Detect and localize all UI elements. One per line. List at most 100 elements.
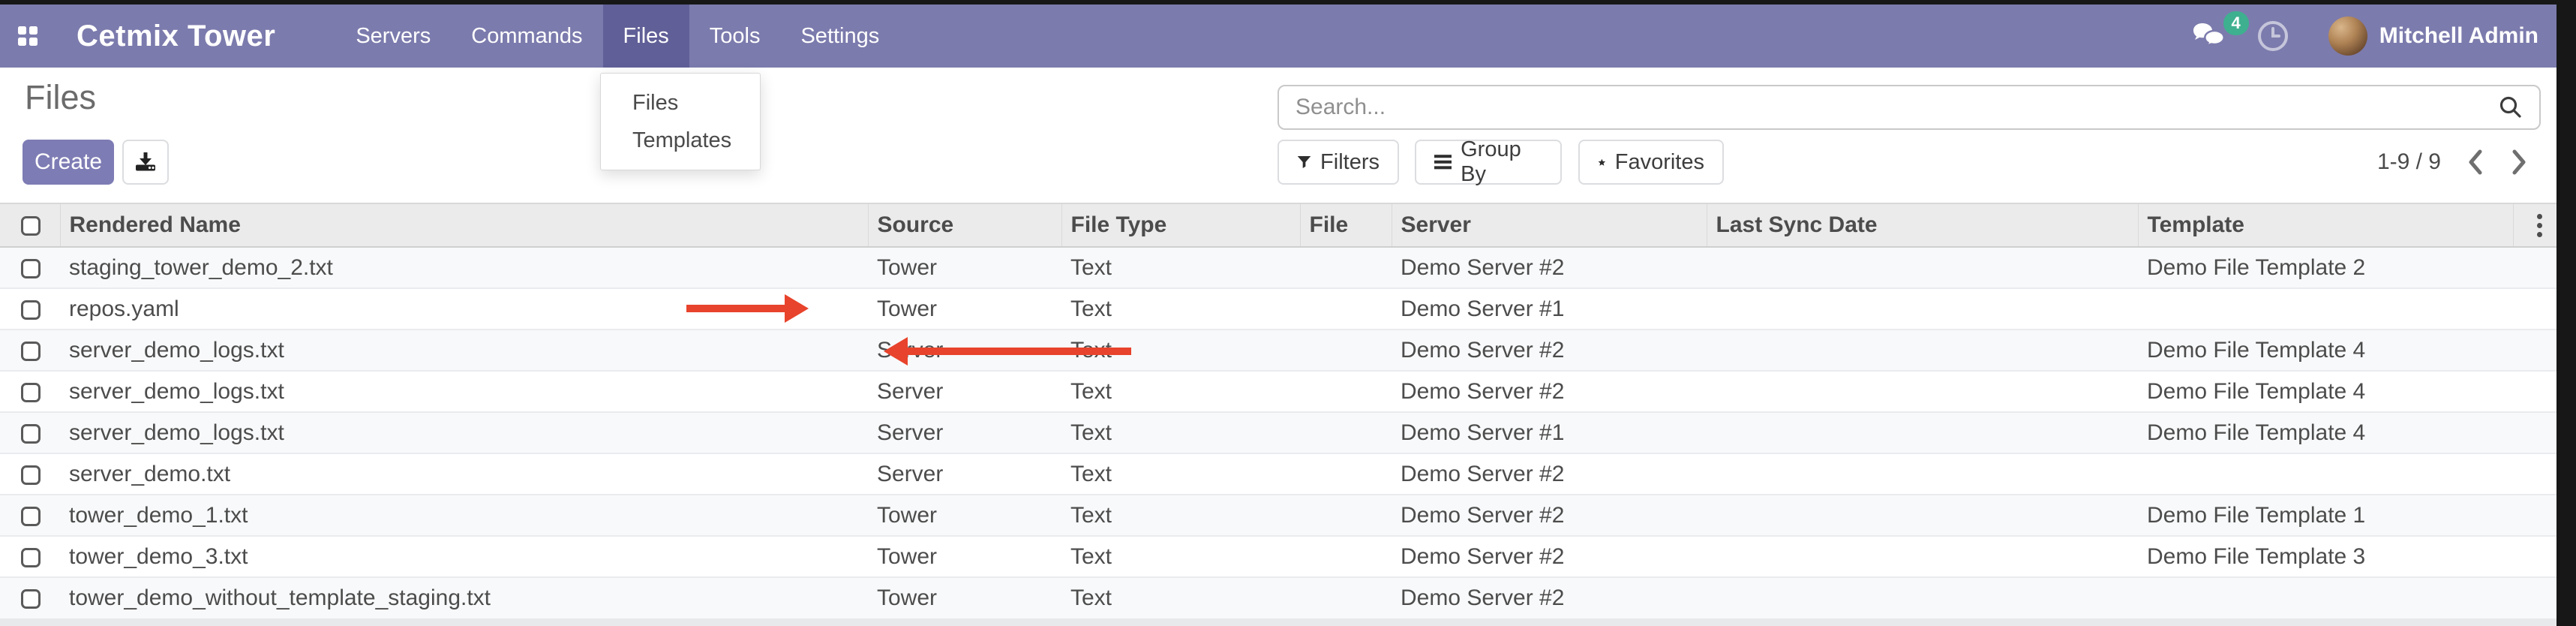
cell-template: Demo File Template 4 [2138,330,2513,371]
column-header-server[interactable]: Server [1392,203,1707,247]
cell-server: Demo Server #2 [1392,371,1707,412]
column-header-source[interactable]: Source [868,203,1061,247]
column-header-file-type[interactable]: File Type [1061,203,1300,247]
row-checkbox[interactable] [21,300,41,320]
apps-grid-square [29,38,38,46]
row-checkbox[interactable] [21,548,41,567]
cell-optional [2513,247,2556,288]
filters-button[interactable]: Filters [1277,140,1399,185]
favorites-label: Favorites [1615,150,1704,175]
apps-grid-square [18,38,26,46]
table-row[interactable]: server_demo_logs.txtServerText Demo Serve… [0,412,2556,453]
column-header-template[interactable]: Template [2138,203,2513,247]
group-by-button[interactable]: Group By [1415,140,1562,185]
row-select-cell [0,453,60,495]
dropdown-item-files[interactable]: Files [601,84,760,122]
cell-file-type: Text [1061,371,1300,412]
menu-item-files[interactable]: Files [603,5,689,68]
pager-next-button[interactable] [2510,149,2528,176]
select-all-checkbox[interactable] [21,216,41,236]
cell-last-sync-date [1707,495,2138,536]
main-menu: ServersCommandsFilesToolsSettings [335,5,899,68]
row-checkbox[interactable] [21,465,41,485]
activities-icon[interactable] [2256,20,2289,53]
cell-template [2138,288,2513,330]
cell-file [1300,453,1392,495]
group-by-label: Group By [1461,137,1542,187]
cell-file-type: Text [1061,330,1300,371]
cell-source: Tower [868,495,1061,536]
cell-last-sync-date [1707,288,2138,330]
search-icon[interactable] [2497,94,2524,121]
cell-optional [2513,371,2556,412]
row-checkbox[interactable] [21,383,41,402]
column-header-rendered-name[interactable]: Rendered Name [60,203,868,247]
cell-source: Tower [868,247,1061,288]
cell-template: Demo File Template 1 [2138,495,2513,536]
cell-optional [2513,453,2556,495]
create-button[interactable]: Create [23,140,114,185]
column-header-file[interactable]: File [1300,203,1392,247]
column-header-last-sync-date[interactable]: Last Sync Date [1707,203,2138,247]
optional-columns-toggle-icon[interactable] [2523,214,2557,237]
menu-item-tools[interactable]: Tools [689,5,781,68]
row-select-cell [0,288,60,330]
search-box [1277,85,2541,130]
cell-source: Tower [868,288,1061,330]
cell-server: Demo Server #2 [1392,330,1707,371]
row-checkbox[interactable] [21,259,41,278]
cell-rendered-name: server_demo_logs.txt [60,412,868,453]
cell-template: Demo File Template 3 [2138,536,2513,577]
top-navbar: Cetmix Tower ServersCommandsFilesToolsSe… [0,5,2556,68]
star-icon [1598,152,1606,173]
cell-file [1300,495,1392,536]
cell-source: Server [868,371,1061,412]
cell-file [1300,412,1392,453]
cell-template: Demo File Template 4 [2138,371,2513,412]
apps-menu-icon[interactable] [18,26,38,46]
menu-item-commands[interactable]: Commands [451,5,602,68]
cell-source: Tower [868,536,1061,577]
cell-file-type: Text [1061,577,1300,618]
row-select-cell [0,495,60,536]
row-checkbox[interactable] [21,424,41,444]
row-checkbox[interactable] [21,507,41,526]
table-row[interactable]: server_demo.txtServerTextDemo Server #2 [0,453,2556,495]
pager-range[interactable]: 1-9 / 9 [2377,149,2441,175]
dropdown-item-templates[interactable]: Templates [601,122,760,159]
table-row[interactable]: tower_demo_without_template_staging.txtT… [0,577,2556,618]
messages-icon[interactable]: 4 [2192,22,2226,50]
optional-columns-header [2513,203,2556,247]
cell-last-sync-date [1707,453,2138,495]
cell-server: Demo Server #2 [1392,247,1707,288]
user-menu[interactable]: Mitchell Admin [2379,23,2538,49]
list-view: Rendered NameSourceFile TypeFileServerLa… [0,203,2556,626]
user-avatar[interactable] [2328,17,2367,56]
menu-item-servers[interactable]: Servers [335,5,451,68]
table-row[interactable]: server_demo_logs.txtServerTextDemo Serve… [0,330,2556,371]
cell-template: Demo File Template 2 [2138,247,2513,288]
table-row[interactable]: staging_tower_demo_2.txtTowerTextDemo Se… [0,247,2556,288]
pager-previous-button[interactable] [2466,149,2484,176]
cell-optional [2513,412,2556,453]
row-checkbox[interactable] [21,342,41,361]
table-row[interactable]: repos.yamlTowerTextDemo Server #1 [0,288,2556,330]
favorites-button[interactable]: Favorites [1578,140,1724,185]
page-title: Files [25,78,96,117]
app-brand[interactable]: Cetmix Tower [77,20,275,53]
cell-server: Demo Server #1 [1392,412,1707,453]
cell-file-type: Text [1061,412,1300,453]
cell-rendered-name: repos.yaml [60,288,868,330]
menu-item-settings[interactable]: Settings [780,5,899,68]
cell-optional [2513,495,2556,536]
search-input[interactable] [1294,94,2497,121]
cell-file [1300,577,1392,618]
table-row[interactable]: tower_demo_1.txtTowerTextDemo Server #2D… [0,495,2556,536]
cell-file-type: Text [1061,247,1300,288]
cell-source: Server [868,412,1061,453]
export-button[interactable] [122,140,169,185]
table-row[interactable]: server_demo_logs.txtServerTextDemo Serve… [0,371,2556,412]
table-row[interactable]: tower_demo_3.txtTowerTextDemo Server #2D… [0,536,2556,577]
cell-source: Tower [868,577,1061,618]
row-checkbox[interactable] [21,589,41,609]
